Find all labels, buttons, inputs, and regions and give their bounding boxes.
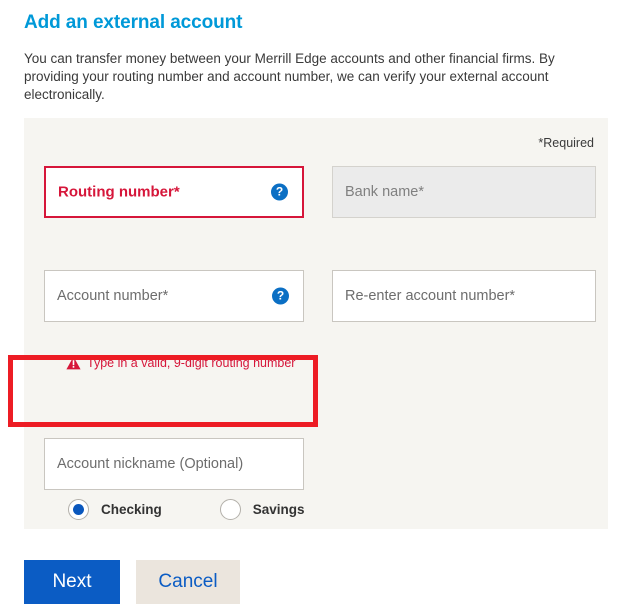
account-type-radio-row: Checking Savings	[68, 499, 338, 520]
warning-triangle-icon	[66, 356, 81, 370]
routing-number-help-icon[interactable]: ?	[271, 183, 288, 201]
bank-name-field: Bank name*	[332, 166, 596, 218]
radio-savings-label: Savings	[252, 502, 305, 517]
next-button[interactable]: Next	[24, 560, 120, 604]
routing-number-label: Routing number*	[58, 183, 180, 201]
radio-savings-icon[interactable]	[219, 499, 241, 520]
radio-checking-label: Checking	[101, 502, 162, 517]
reenter-account-number-label: Re-enter account number*	[345, 288, 516, 304]
external-account-form-panel: *Required Routing number* ? Bank name* T…	[24, 118, 608, 529]
account-number-label: Account number*	[57, 288, 169, 304]
required-note: *Required	[538, 136, 594, 150]
reenter-account-number-field[interactable]: Re-enter account number*	[332, 270, 596, 322]
bank-name-label: Bank name*	[345, 184, 424, 200]
radio-option-checking[interactable]: Checking	[68, 499, 162, 520]
routing-number-field[interactable]: Routing number* ?	[44, 166, 304, 218]
account-number-help-icon[interactable]: ?	[272, 287, 289, 305]
radio-option-savings[interactable]: Savings	[219, 499, 305, 520]
routing-number-error-text: Type in a valid, 9-digit routing number	[87, 356, 296, 370]
radio-checking-icon[interactable]	[68, 499, 89, 520]
intro-description: You can transfer money between your Merr…	[24, 51, 555, 102]
page-title: Add an external account	[24, 12, 243, 33]
account-nickname-label: Account nickname (Optional)	[57, 456, 244, 472]
cancel-button[interactable]: Cancel	[136, 560, 240, 604]
routing-number-error: Type in a valid, 9-digit routing number	[66, 356, 295, 370]
account-number-field[interactable]: Account number* ?	[44, 270, 304, 322]
account-nickname-field[interactable]: Account nickname (Optional)	[44, 438, 304, 490]
